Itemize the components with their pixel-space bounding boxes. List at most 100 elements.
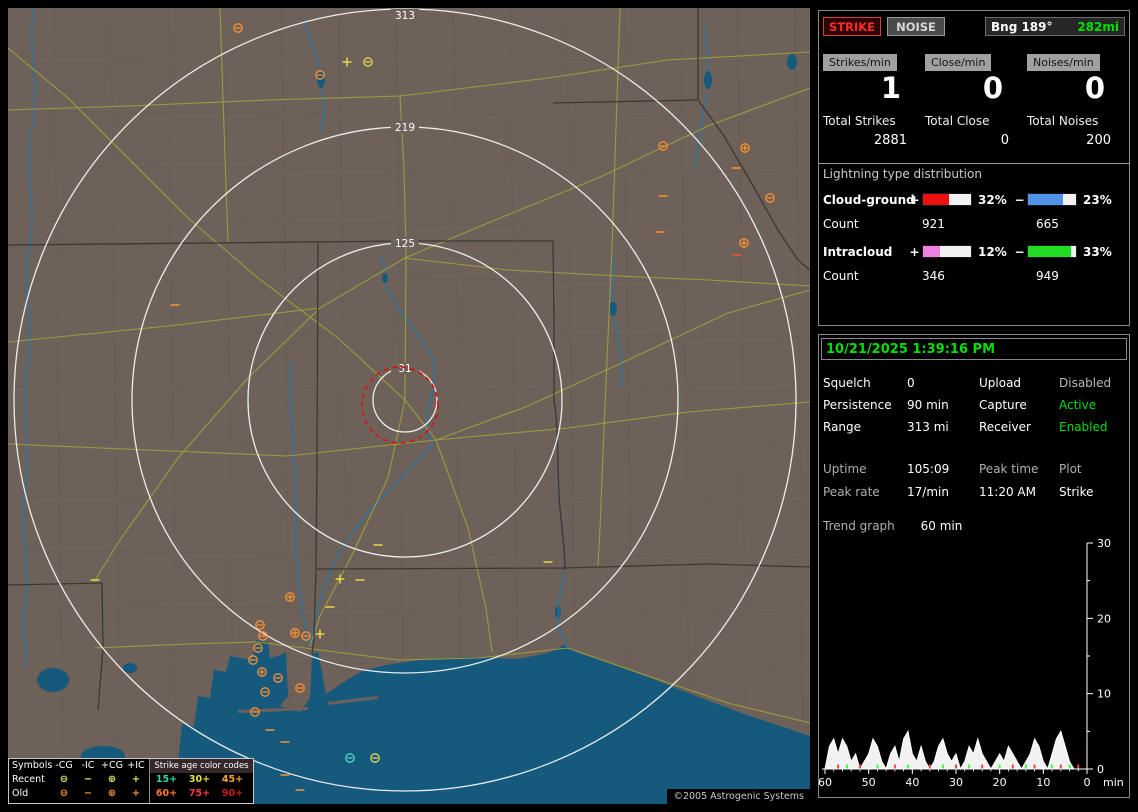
svg-text:30: 30 [949, 776, 963, 789]
svg-text:313: 313 [395, 10, 415, 22]
plot-value: Strike [1059, 485, 1094, 499]
strikes-per-min-label: Strikes/min [823, 54, 897, 71]
trend-graph: 302010060 50 40 30 20 10 0 min [819, 537, 1124, 789]
peak-rate-value: 17/min [907, 485, 949, 499]
mode-button-row: STRIKE NOISE Bng 189° 282mi [823, 17, 1125, 36]
legend-col-ic-pos: +IC [127, 760, 145, 771]
svg-text:min: min [1103, 776, 1124, 789]
cg-neg-bar-fill [1028, 194, 1063, 206]
capture-status: Active [1059, 398, 1097, 412]
range-value: 313 mi [907, 420, 949, 434]
legend-col-cg-neg: -CG [55, 760, 73, 771]
cg-neg-percent: 23% [1083, 192, 1112, 207]
cg-pos-count: 921 [922, 216, 945, 231]
ic-pos-recent-icon: + [131, 774, 141, 785]
strikes-per-min-value: 1 [880, 71, 901, 105]
intracloud-row: Intracloud + 12% − 33% [823, 241, 1125, 263]
cloud-ground-row: Cloud-ground + 32% − 23% [823, 189, 1125, 211]
ic-neg-recent-icon: − [83, 774, 93, 785]
ic-neg-bar [1027, 245, 1077, 259]
age-45: 45+ [221, 774, 244, 785]
bearing-label: Bng 189° [991, 19, 1053, 34]
range-label: Range [823, 420, 862, 434]
peak-rate-label: Peak rate [823, 485, 880, 499]
svg-text:0: 0 [1097, 763, 1104, 776]
ic-neg-bar-fill [1028, 246, 1072, 258]
total-close-value: 0 [1000, 132, 1009, 148]
system-status-box: 10/21/2025 1:39:16 PM Squelch 0 Upload D… [818, 334, 1130, 798]
bearing-display: Bng 189° 282mi [985, 17, 1125, 36]
trend-caption: Trend graph 60 min [823, 519, 1125, 533]
ic-pos-bar-fill [923, 246, 940, 258]
trend-graph-label: Trend graph [823, 519, 895, 533]
persistence-value: 90 min [907, 398, 949, 412]
cg-neg-count: 665 [1036, 216, 1059, 231]
ic-pos-percent: 12% [978, 244, 1007, 259]
receiver-status: Enabled [1059, 420, 1108, 434]
age-90: 90+ [221, 788, 244, 799]
cg-pos-bar [922, 193, 972, 207]
close-per-min-column: Close/min 0 Total Close 0 [925, 51, 1023, 148]
close-per-min-label: Close/min [925, 54, 992, 71]
age-15: 15+ [155, 774, 178, 785]
copyright-label: ©2005 Astrogenic Systems [667, 789, 810, 804]
lightning-map[interactable]: 31 125 219 313 Symbols -CG -IC +CG +IC Rece… [8, 8, 810, 804]
cg-neg-old-icon: ⊖ [59, 788, 69, 799]
ic-pos-bar [922, 245, 972, 259]
svg-text:0: 0 [1084, 776, 1091, 789]
age-30: 30+ [188, 774, 211, 785]
total-close-label: Total Close [925, 113, 990, 128]
svg-text:60: 60 [819, 776, 832, 789]
cg-neg-recent-icon: ⊖ [59, 774, 69, 785]
cloud-ground-count-row: Count 921 665 [823, 213, 1125, 235]
symbols-legend: Symbols -CG -IC +CG +IC Recent ⊖ − ⊕ + O… [9, 759, 150, 803]
intracloud-label: Intracloud [823, 244, 893, 259]
strike-legend: Symbols -CG -IC +CG +IC Recent ⊖ − ⊕ + O… [8, 758, 254, 804]
capture-label: Capture [979, 398, 1027, 412]
svg-text:40: 40 [905, 776, 919, 789]
legend-recent-label: Recent [12, 774, 45, 785]
legend-col-ic-neg: -IC [81, 760, 95, 771]
minus-sign: − [1014, 244, 1025, 259]
minus-sign: − [1014, 192, 1025, 207]
ic-pos-count: 346 [922, 268, 945, 283]
legend-symbols-header: Symbols [12, 760, 53, 771]
svg-text:219: 219 [395, 122, 415, 134]
peak-time-label: Peak time [979, 462, 1039, 476]
age-75: 75+ [188, 788, 211, 799]
svg-text:50: 50 [862, 776, 876, 789]
ic-pos-old-icon: + [131, 788, 141, 799]
status-grid: Squelch 0 Upload Disabled Persistence 90… [823, 376, 1125, 434]
strike-button[interactable]: STRIKE [823, 17, 881, 36]
ic-count-label: Count [823, 268, 859, 283]
cg-pos-recent-icon: ⊕ [107, 774, 117, 785]
close-per-min-value: 0 [982, 71, 1003, 105]
intracloud-count-row: Count 346 949 [823, 265, 1125, 287]
total-strikes-label: Total Strikes [823, 113, 896, 128]
total-noises-label: Total Noises [1027, 113, 1099, 128]
total-noises-value: 200 [1086, 132, 1111, 148]
svg-text:20: 20 [993, 776, 1007, 789]
svg-text:10: 10 [1036, 776, 1050, 789]
datetime-display: 10/21/2025 1:39:16 PM [821, 338, 1127, 360]
control-panel: STRIKE NOISE Bng 189° 282mi Strikes/min … [818, 0, 1130, 812]
legend-col-cg-pos: +CG [101, 760, 123, 771]
squelch-value: 0 [907, 376, 915, 390]
uptime-value: 105:09 [907, 462, 950, 476]
uptime-grid: Uptime 105:09 Peak time Plot Peak rate 1… [823, 462, 1125, 499]
ic-neg-percent: 33% [1083, 244, 1112, 259]
total-strikes-value: 2881 [873, 132, 907, 148]
noises-per-min-value: 0 [1084, 71, 1105, 105]
svg-text:125: 125 [395, 238, 415, 250]
plus-sign: + [909, 244, 920, 259]
bearing-range-value: 282mi [1077, 19, 1119, 34]
age-60: 60+ [155, 788, 178, 799]
age-legend-header: Strike age color codes [150, 759, 253, 773]
rate-stats-row: Strikes/min 1 Total Strikes 2881 Close/m… [823, 51, 1125, 148]
noise-button[interactable]: NOISE [887, 17, 945, 36]
ic-neg-old-icon: − [83, 788, 93, 799]
receiver-label: Receiver [979, 420, 1031, 434]
noises-per-min-column: Noises/min 0 Total Noises 200 [1027, 51, 1125, 148]
squelch-label: Squelch [823, 376, 871, 390]
cg-pos-old-icon: ⊕ [107, 788, 117, 799]
